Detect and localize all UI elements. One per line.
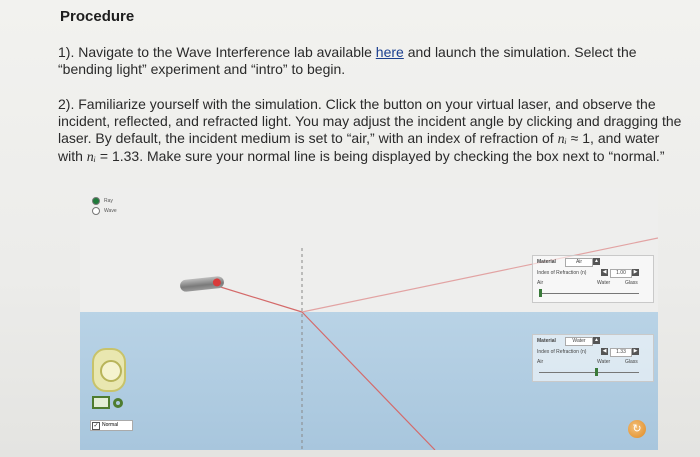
top-index-increase-icon[interactable]: ▶ bbox=[632, 269, 639, 276]
measurement-tools bbox=[92, 396, 123, 409]
normal-checkbox[interactable]: ✓ bbox=[92, 421, 100, 430]
protractor-tool-icon[interactable] bbox=[92, 348, 126, 392]
water-index-symbol: nᵢ bbox=[86, 150, 97, 165]
bottom-index-decrease-icon[interactable]: ◀ bbox=[601, 348, 608, 355]
top-scale-air: Air bbox=[537, 280, 544, 286]
top-index-value: 1.00 bbox=[610, 269, 632, 278]
bottom-index-slider[interactable] bbox=[539, 372, 639, 373]
bottom-index-increase-icon[interactable]: ▶ bbox=[632, 348, 639, 355]
incident-ray bbox=[213, 284, 303, 313]
bottom-material-dropdown-icon[interactable]: ▲ bbox=[593, 337, 600, 344]
intensity-meter-icon[interactable] bbox=[92, 396, 110, 409]
bottom-material-label: Material bbox=[537, 338, 556, 344]
top-index-label: Index of Refraction (n) bbox=[537, 270, 587, 276]
bottom-material-select[interactable]: Water bbox=[565, 337, 593, 346]
step-1-text-before: 1). Navigate to the Wave Interference la… bbox=[58, 44, 376, 60]
bottom-medium-panel: Material Water ▲ Index of Refraction (n)… bbox=[532, 334, 654, 382]
bottom-index-slider-knob[interactable] bbox=[595, 368, 598, 376]
top-material-select[interactable]: Air bbox=[565, 258, 593, 267]
refracted-ray bbox=[301, 311, 436, 450]
top-index-decrease-icon[interactable]: ◀ bbox=[601, 269, 608, 276]
air-index-symbol: nᵢ bbox=[557, 132, 567, 147]
bottom-scale-air: Air bbox=[537, 359, 544, 365]
normal-checkbox-row[interactable]: ✓ Normal bbox=[90, 420, 133, 431]
step-1-paragraph: 1). Navigate to the Wave Interference la… bbox=[58, 44, 683, 78]
bottom-index-value: 1.33 bbox=[610, 348, 632, 357]
bottom-index-label: Index of Refraction (n) bbox=[537, 349, 587, 355]
procedure-heading: Procedure bbox=[60, 8, 135, 25]
laser-button[interactable] bbox=[212, 278, 222, 287]
probe-icon[interactable] bbox=[113, 397, 123, 408]
document-page: Procedure 1). Navigate to the Wave Inter… bbox=[0, 0, 700, 457]
top-material-dropdown-icon[interactable]: ▲ bbox=[593, 258, 600, 265]
step-2-paragraph: 2). Familiarize yourself with the simula… bbox=[58, 96, 683, 166]
protractor-dial-icon bbox=[100, 360, 122, 382]
top-scale-water: Water bbox=[597, 280, 611, 286]
light-rays bbox=[213, 237, 658, 450]
reset-icon[interactable]: ↻ bbox=[628, 420, 646, 438]
top-scale-glass: Glass bbox=[625, 280, 638, 286]
bending-light-simulation: Ray Wave Material Air ▲ Index of Refract… bbox=[80, 188, 658, 450]
top-medium-panel: Material Air ▲ Index of Refraction (n) ◀… bbox=[532, 255, 654, 303]
top-material-label: Material bbox=[537, 259, 556, 265]
bottom-scale-water: Water bbox=[597, 359, 611, 365]
top-index-slider-knob[interactable] bbox=[539, 289, 542, 297]
bottom-scale-glass: Glass bbox=[625, 359, 638, 365]
step-2-text-3: = 1.33. Make sure your normal line is be… bbox=[96, 148, 665, 164]
top-index-slider[interactable] bbox=[539, 293, 639, 294]
normal-checkbox-label: Normal bbox=[102, 422, 119, 428]
here-link[interactable]: here bbox=[376, 44, 404, 60]
